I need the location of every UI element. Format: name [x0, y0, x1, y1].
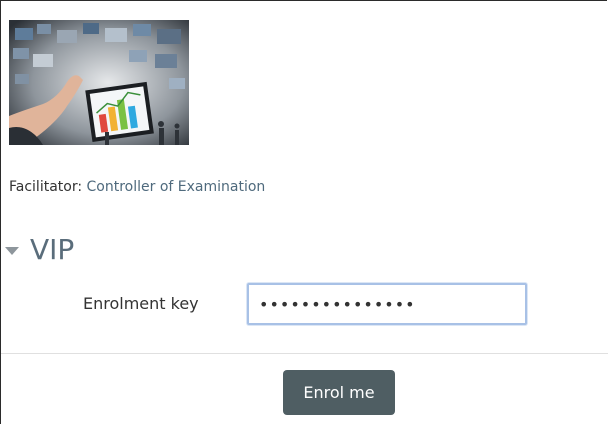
- facilitator-line: Facilitator: Controller of Examination: [9, 177, 265, 197]
- caret-down-icon[interactable]: [5, 247, 19, 255]
- enrol-me-button[interactable]: Enrol me: [283, 370, 395, 415]
- facilitator-link[interactable]: Controller of Examination: [87, 179, 266, 195]
- course-image: [9, 20, 189, 145]
- facilitator-label: Facilitator:: [9, 179, 83, 195]
- enrolment-key-input[interactable]: [247, 283, 527, 325]
- divider: [1, 353, 608, 354]
- section-toggle[interactable]: VIP: [5, 232, 74, 268]
- enrolment-key-label: Enrolment key: [83, 294, 199, 313]
- section-title[interactable]: VIP: [30, 232, 74, 268]
